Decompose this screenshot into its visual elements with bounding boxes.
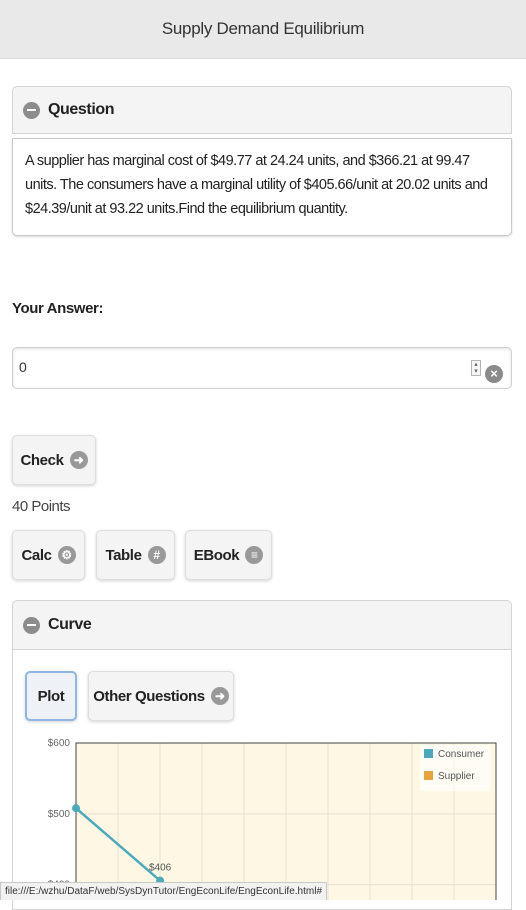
points-text: 40 Points [12,498,71,515]
plot-button-label: Plot [37,687,65,705]
legend-swatch-consumer [424,749,433,758]
y-tick-label: $500 [48,809,71,820]
curve-section-label: Curve [48,616,92,633]
other-questions-button[interactable]: Other Questions ➜ [88,671,234,721]
legend-label-consumer: Consumer [438,749,485,760]
answer-input[interactable]: 0 ▴ ▾ × [12,347,512,389]
list-icon: ≡ [245,546,264,564]
y-axis-ticks: $600$500$400 [48,738,71,891]
question-section-toggle[interactable]: Question [12,86,512,134]
gear-icon: ⚙ [57,546,76,564]
other-questions-label: Other Questions [93,687,205,705]
data-point-consumer [72,804,80,813]
ebook-button[interactable]: EBook ≡ [185,530,272,580]
legend-label-supplier: Supplier [438,771,475,782]
legend-swatch-supplier [424,771,433,780]
collapse-minus-icon [23,616,40,634]
question-text: A supplier has marginal cost of $49.77 a… [12,138,512,236]
point-labels: $406 [149,863,172,874]
plot-button[interactable]: Plot [25,671,77,721]
collapse-minus-icon [23,101,40,119]
arrow-right-icon: ➜ [210,687,229,705]
grid-icon: # [147,546,166,564]
answer-value[interactable]: 0 [19,359,27,375]
curve-section-toggle[interactable]: Curve [12,600,512,650]
spinner-icon[interactable]: ▴ ▾ [471,360,481,376]
chart-legend: Consumer Supplier [420,745,490,791]
answer-label: Your Answer: [12,300,104,317]
app-header: Supply Demand Equilibrium [0,0,526,59]
ebook-button-label: EBook [193,546,240,564]
data-label: $406 [149,863,172,874]
table-button-label: Table [105,546,142,564]
calc-button-label: Calc [21,546,52,564]
page-title: Supply Demand Equilibrium [161,19,365,38]
status-bar-url: file:///E:/wzhu/DataF/web/SysDynTutor/En… [0,882,328,900]
check-button[interactable]: Check ➜ [12,435,96,485]
calc-button[interactable]: Calc ⚙ [12,530,85,580]
table-button[interactable]: Table # [96,530,175,580]
check-button-label: Check [20,451,64,469]
equilibrium-chart: $600$500$400 $406 ConsumerSupplier [48,738,497,900]
clear-icon[interactable]: × [485,365,503,383]
y-tick-label: $600 [48,738,71,749]
question-section-label: Question [48,101,115,118]
arrow-right-icon: ➜ [69,451,88,469]
